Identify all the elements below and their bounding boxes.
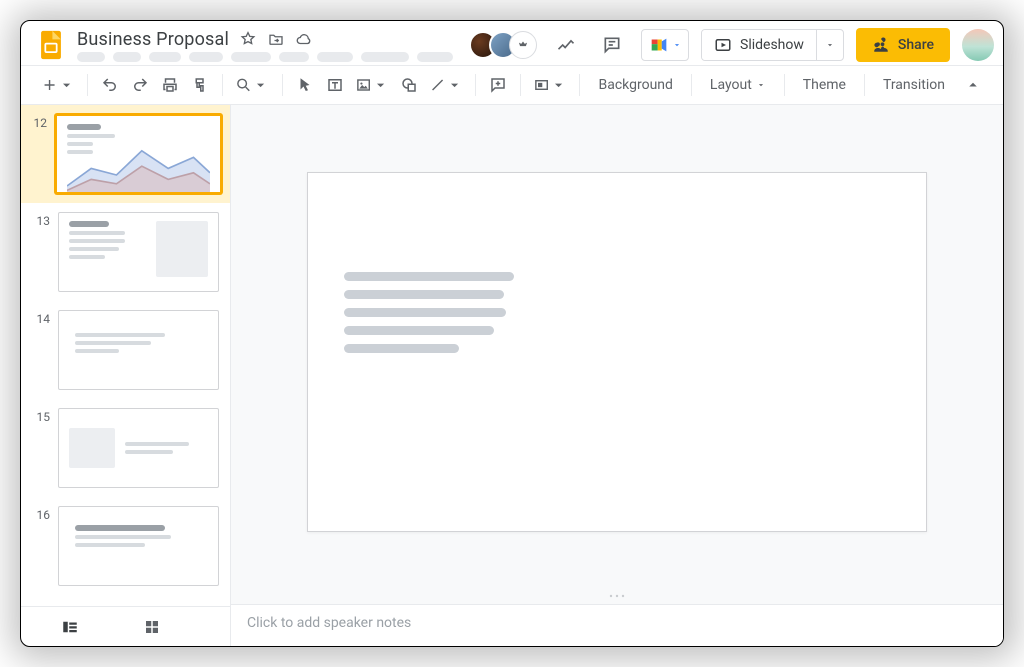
document-title[interactable]: Business Proposal bbox=[77, 29, 229, 50]
slideshow-label: Slideshow bbox=[740, 37, 804, 53]
cloud-status-icon[interactable] bbox=[295, 30, 313, 48]
transition-button[interactable]: Transition bbox=[873, 71, 955, 99]
hide-menus-button[interactable] bbox=[959, 71, 987, 99]
text-box-tool[interactable] bbox=[321, 71, 349, 99]
slide-thumbnail[interactable]: 15 bbox=[21, 399, 230, 497]
paint-format-button[interactable] bbox=[186, 71, 214, 99]
background-button[interactable]: Background bbox=[588, 71, 682, 99]
slide-thumbnail[interactable]: 16 bbox=[21, 497, 230, 595]
layout-button[interactable]: Layout bbox=[700, 71, 776, 99]
slide-number: 16 bbox=[32, 506, 50, 522]
grid-view-icon[interactable] bbox=[143, 618, 161, 636]
slides-app-icon[interactable] bbox=[33, 27, 69, 63]
current-slide[interactable] bbox=[307, 172, 927, 532]
chart-thumbnail bbox=[67, 142, 210, 194]
notes-resize-handle[interactable] bbox=[231, 588, 1003, 604]
header-actions: Slideshow Share bbox=[469, 28, 994, 62]
editor-canvas: Click to add speaker notes bbox=[231, 105, 1003, 646]
slide-thumbnail[interactable]: 14 bbox=[21, 301, 230, 399]
slide-thumbnail[interactable]: 12 bbox=[21, 105, 230, 203]
speaker-notes[interactable]: Click to add speaker notes bbox=[231, 604, 1003, 646]
menu-bar[interactable] bbox=[77, 52, 453, 62]
collaborator-avatars[interactable] bbox=[469, 31, 537, 59]
print-button[interactable] bbox=[156, 71, 184, 99]
view-switcher bbox=[21, 606, 230, 646]
zoom-button[interactable] bbox=[231, 71, 273, 99]
move-folder-icon[interactable] bbox=[267, 30, 285, 48]
share-label: Share bbox=[898, 37, 934, 53]
toolbar: Background Layout Theme Transition bbox=[21, 65, 1003, 105]
slideshow-button[interactable]: Slideshow bbox=[702, 30, 816, 60]
shape-tool[interactable] bbox=[395, 71, 423, 99]
slide-number: 15 bbox=[32, 408, 50, 424]
history-icon[interactable] bbox=[549, 28, 583, 62]
add-comment-button[interactable] bbox=[484, 71, 512, 99]
undo-button[interactable] bbox=[96, 71, 124, 99]
share-button[interactable]: Share bbox=[856, 28, 950, 62]
app-window: Business Proposal bbox=[20, 20, 1004, 647]
slideshow-options-button[interactable] bbox=[816, 30, 843, 60]
theme-button[interactable]: Theme bbox=[793, 71, 856, 99]
slide-number: 13 bbox=[32, 212, 50, 228]
meet-button[interactable] bbox=[641, 29, 689, 61]
title-bar: Business Proposal bbox=[21, 21, 1003, 65]
line-tool[interactable] bbox=[425, 71, 467, 99]
account-avatar[interactable] bbox=[962, 29, 994, 61]
select-tool[interactable] bbox=[291, 71, 319, 99]
redo-button[interactable] bbox=[126, 71, 154, 99]
new-slide-button[interactable] bbox=[37, 71, 79, 99]
slide-number: 12 bbox=[29, 114, 47, 130]
star-icon[interactable] bbox=[239, 30, 257, 48]
image-tool[interactable] bbox=[351, 71, 393, 99]
filmstrip-view-icon[interactable] bbox=[61, 618, 79, 636]
slide-options-button[interactable] bbox=[529, 71, 571, 99]
anonymous-avatar[interactable] bbox=[509, 31, 537, 59]
comments-icon[interactable] bbox=[595, 28, 629, 62]
filmstrip: 12 bbox=[21, 105, 231, 646]
slide-thumbnail[interactable]: 13 bbox=[21, 203, 230, 301]
slide-number: 14 bbox=[32, 310, 50, 326]
